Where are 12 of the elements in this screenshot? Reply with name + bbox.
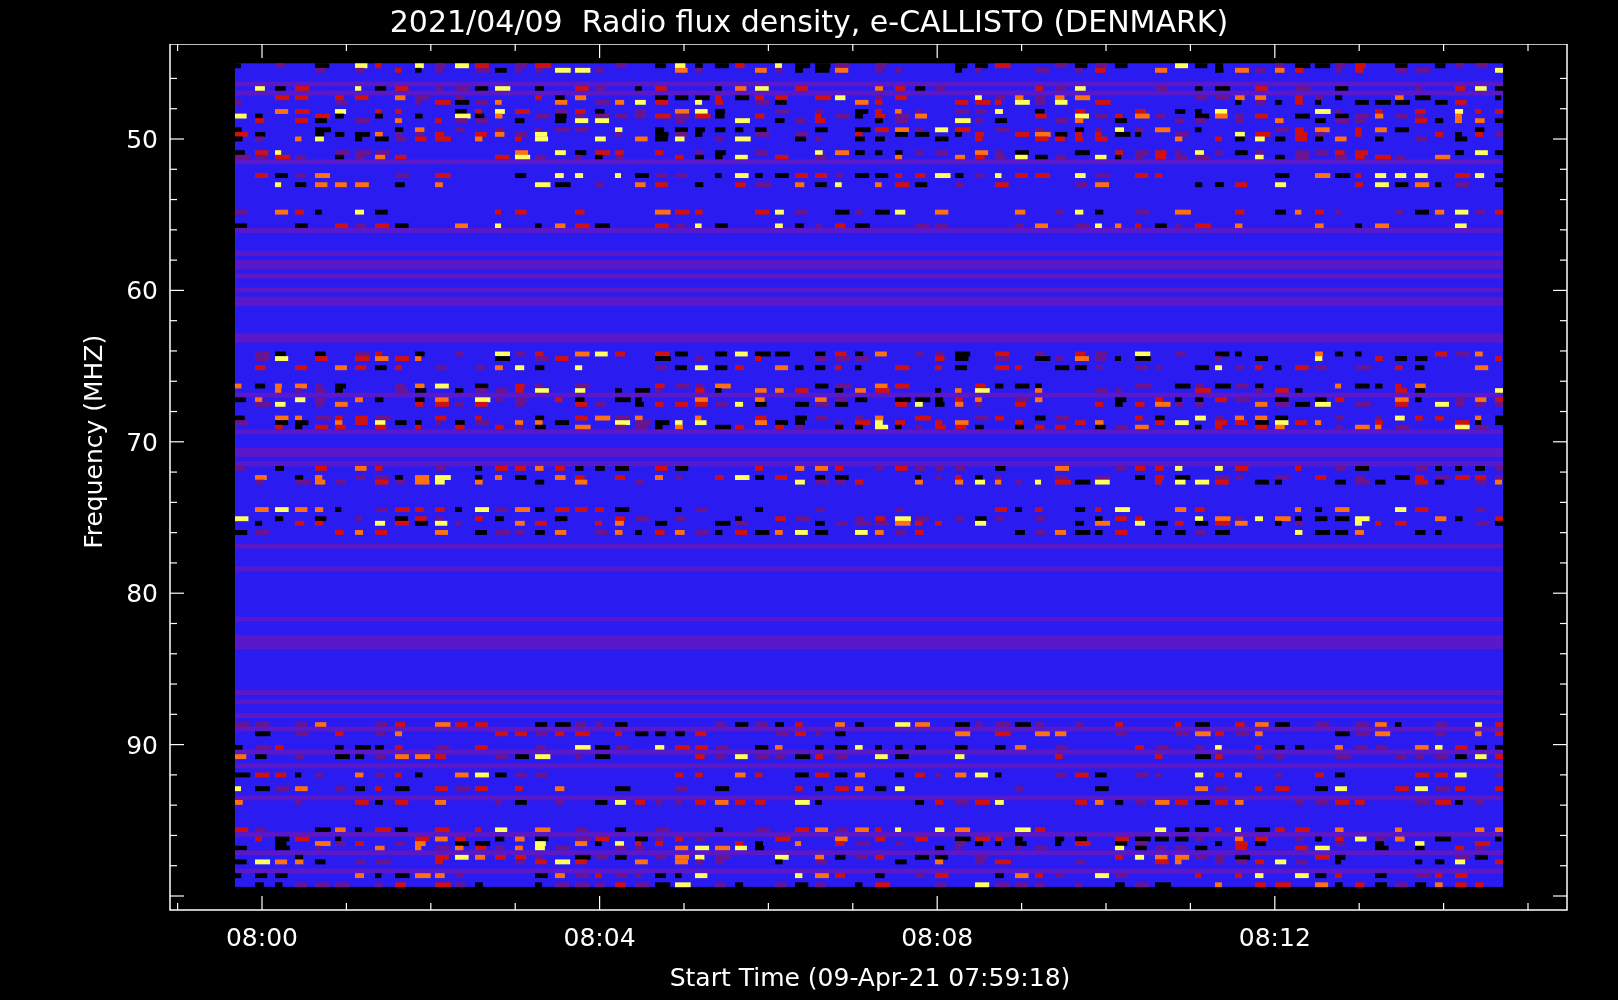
x-tick-label: 08:08: [901, 923, 974, 952]
y-tick-label: 60: [126, 276, 158, 306]
x-tick-label: 08:00: [226, 923, 298, 952]
chart-title: 2021/04/09 Radio flux density, e-CALLISTO (DENMARK): [389, 7, 1229, 37]
x-axis-label: Start Time (09-Apr-21 07:59:18): [669, 963, 1071, 992]
y-tick-label: 50: [126, 125, 158, 154]
y-tick-label: 80: [126, 579, 158, 609]
y-tick-label: 70: [126, 427, 158, 457]
x-tick-label: 08:04: [563, 923, 636, 952]
y-tick-label: 90: [126, 730, 158, 760]
x-tick-label: 08:12: [1238, 923, 1311, 952]
y-axis-label: Frequency (MHZ): [79, 334, 108, 549]
